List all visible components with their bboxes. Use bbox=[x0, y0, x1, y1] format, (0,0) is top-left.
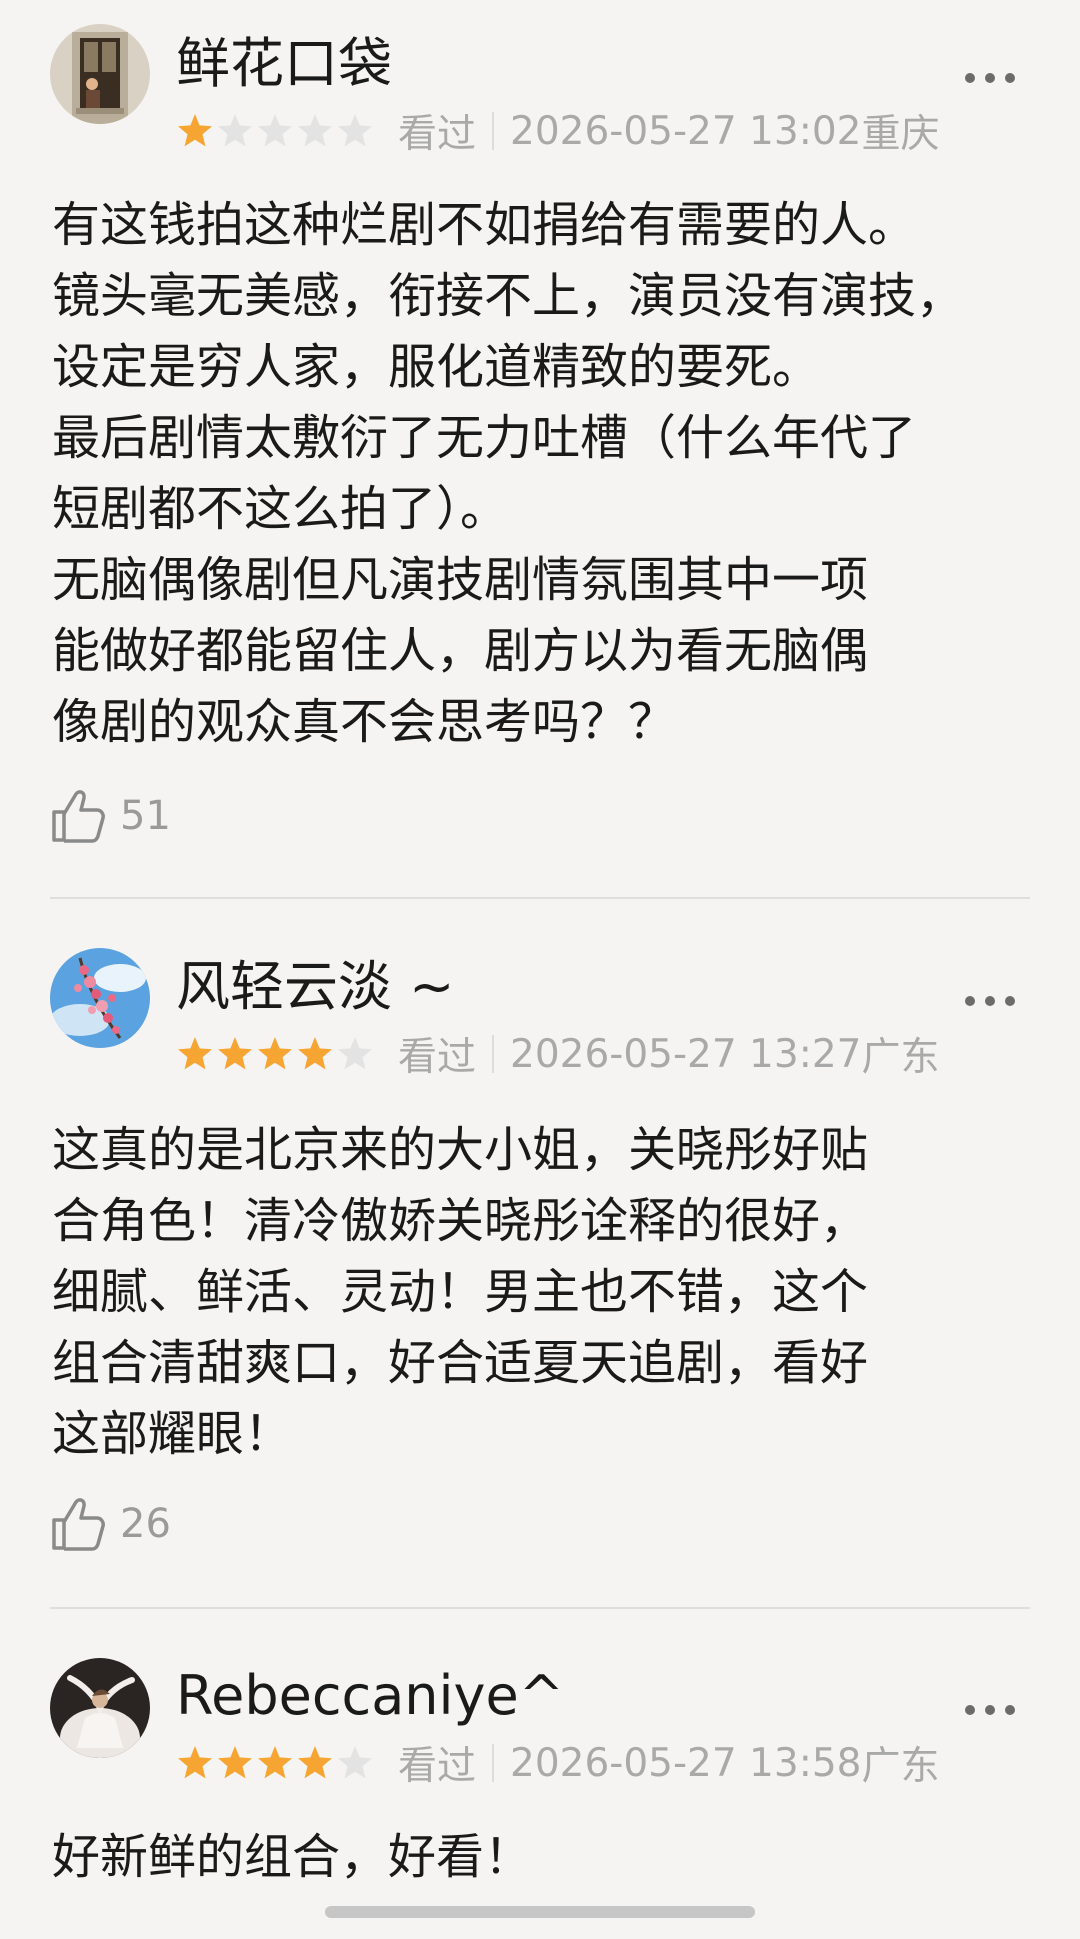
star-filled-icon bbox=[218, 1037, 252, 1070]
review-divider bbox=[50, 897, 1030, 899]
review-text-line: 组合清甜爽口，好合适夏天追剧，看好 bbox=[52, 1335, 869, 1391]
avatar[interactable] bbox=[50, 948, 150, 1048]
review-text: 有这钱拍这种烂剧不如捐给有需要的人。 镜头毫无美感，衔接不上，演员没有演技， 设定是… bbox=[52, 190, 1052, 758]
review-text-line: 最后剧情太敷衍了无力吐槽（什么年代了 bbox=[52, 410, 917, 466]
username[interactable]: Rebeccaniye^ bbox=[176, 1664, 564, 1728]
watch-status: 看过 bbox=[398, 1744, 477, 1789]
review-text-line: 有这钱拍这种烂剧不如捐给有需要的人。 bbox=[52, 197, 917, 253]
window-portrait-avatar-icon bbox=[50, 24, 150, 124]
more-dots-icon bbox=[965, 1705, 975, 1715]
like-button[interactable]: 26 bbox=[50, 1492, 171, 1556]
star-filled-icon bbox=[298, 1746, 332, 1779]
review-divider bbox=[50, 1607, 1030, 1609]
review-text-line: 好新鲜的组合，好看！ bbox=[52, 1829, 533, 1885]
review-location: 重庆 bbox=[861, 112, 940, 157]
review-text-line: 这部耀眼！ bbox=[52, 1406, 293, 1462]
review-text-line: 能做好都能留住人，剧方以为看无脑偶 bbox=[52, 623, 869, 679]
review-meta: 看过 2026-05-27 13:27 广东 bbox=[176, 1031, 939, 1080]
star-filled-icon bbox=[218, 1746, 252, 1779]
star-filled-icon bbox=[258, 1746, 292, 1779]
avatar[interactable] bbox=[50, 24, 150, 124]
star-empty-icon bbox=[218, 114, 252, 147]
review-list-page: 鲜花口袋 看过 2026-05-27 13:02 重庆 有这钱拍这种烂剧不如捐给… bbox=[0, 0, 1080, 1939]
star-filled-icon bbox=[178, 1037, 212, 1070]
review-meta: 看过 2026-05-27 13:58 广东 bbox=[176, 1740, 939, 1789]
review-datetime: 2026-05-27 13:02 bbox=[510, 108, 862, 154]
star-empty-icon bbox=[338, 1037, 372, 1070]
thumbs-up-icon bbox=[52, 1498, 105, 1551]
divider bbox=[492, 112, 495, 150]
divider bbox=[492, 1035, 495, 1073]
review-location: 广东 bbox=[861, 1744, 940, 1789]
review-datetime: 2026-05-27 13:27 bbox=[510, 1031, 862, 1077]
review-text: 好新鲜的组合，好看！ bbox=[52, 1822, 1052, 1893]
home-indicator[interactable] bbox=[325, 1906, 755, 1918]
dancer-avatar-icon bbox=[50, 1658, 150, 1758]
rating-stars bbox=[176, 1035, 376, 1073]
review-text-line: 这真的是北京来的大小姐，关晓彤好贴 bbox=[52, 1122, 869, 1178]
review-text-line: 设定是穷人家，服化道精致的要死。 bbox=[52, 339, 821, 395]
review-text-line: 无脑偶像剧但凡演技剧情氛围其中一项 bbox=[52, 552, 869, 608]
review-text-line: 细腻、鲜活、灵动！男主也不错，这个 bbox=[52, 1264, 869, 1320]
review-meta: 看过 2026-05-27 13:02 重庆 bbox=[176, 108, 939, 157]
more-options-button[interactable] bbox=[950, 58, 1030, 98]
rating-stars bbox=[176, 1744, 376, 1782]
star-empty-icon bbox=[338, 1746, 372, 1779]
star-filled-icon bbox=[178, 1746, 212, 1779]
review-text-line: 镜头毫无美感，衔接不上，演员没有演技， bbox=[52, 268, 965, 324]
watch-status: 看过 bbox=[398, 112, 477, 157]
more-dots-icon bbox=[965, 996, 975, 1006]
more-options-button[interactable] bbox=[950, 981, 1030, 1021]
like-button[interactable]: 51 bbox=[50, 784, 171, 848]
review-text-line: 合角色！清冷傲娇关晓彤诠释的很好， bbox=[52, 1193, 869, 1249]
watch-status: 看过 bbox=[398, 1035, 477, 1080]
thumbs-up-icon bbox=[52, 790, 105, 843]
username[interactable]: 风轻云淡 ~ bbox=[176, 955, 454, 1019]
review-datetime: 2026-05-27 13:58 bbox=[510, 1740, 862, 1786]
star-filled-icon bbox=[178, 114, 212, 147]
more-dots-icon bbox=[965, 73, 975, 83]
review-text-line: 像剧的观众真不会思考吗？？ bbox=[52, 694, 677, 750]
flowers-sky-avatar-icon bbox=[50, 948, 150, 1048]
review-text: 这真的是北京来的大小姐，关晓彤好贴 合角色！清冷傲娇关晓彤诠释的很好， 细腻、鲜活、… bbox=[52, 1115, 1052, 1470]
username[interactable]: 鲜花口袋 bbox=[176, 32, 392, 96]
avatar[interactable] bbox=[50, 1658, 150, 1758]
rating-stars bbox=[176, 112, 376, 150]
review-text-line: 短剧都不这么拍了）。 bbox=[52, 481, 509, 537]
like-count: 26 bbox=[120, 1501, 171, 1547]
like-count: 51 bbox=[120, 793, 171, 839]
star-empty-icon bbox=[258, 114, 292, 147]
star-filled-icon bbox=[258, 1037, 292, 1070]
divider bbox=[492, 1744, 495, 1782]
star-empty-icon bbox=[338, 114, 372, 147]
star-filled-icon bbox=[298, 1037, 332, 1070]
review-location: 广东 bbox=[861, 1035, 940, 1080]
more-options-button[interactable] bbox=[950, 1690, 1030, 1730]
star-empty-icon bbox=[298, 114, 332, 147]
